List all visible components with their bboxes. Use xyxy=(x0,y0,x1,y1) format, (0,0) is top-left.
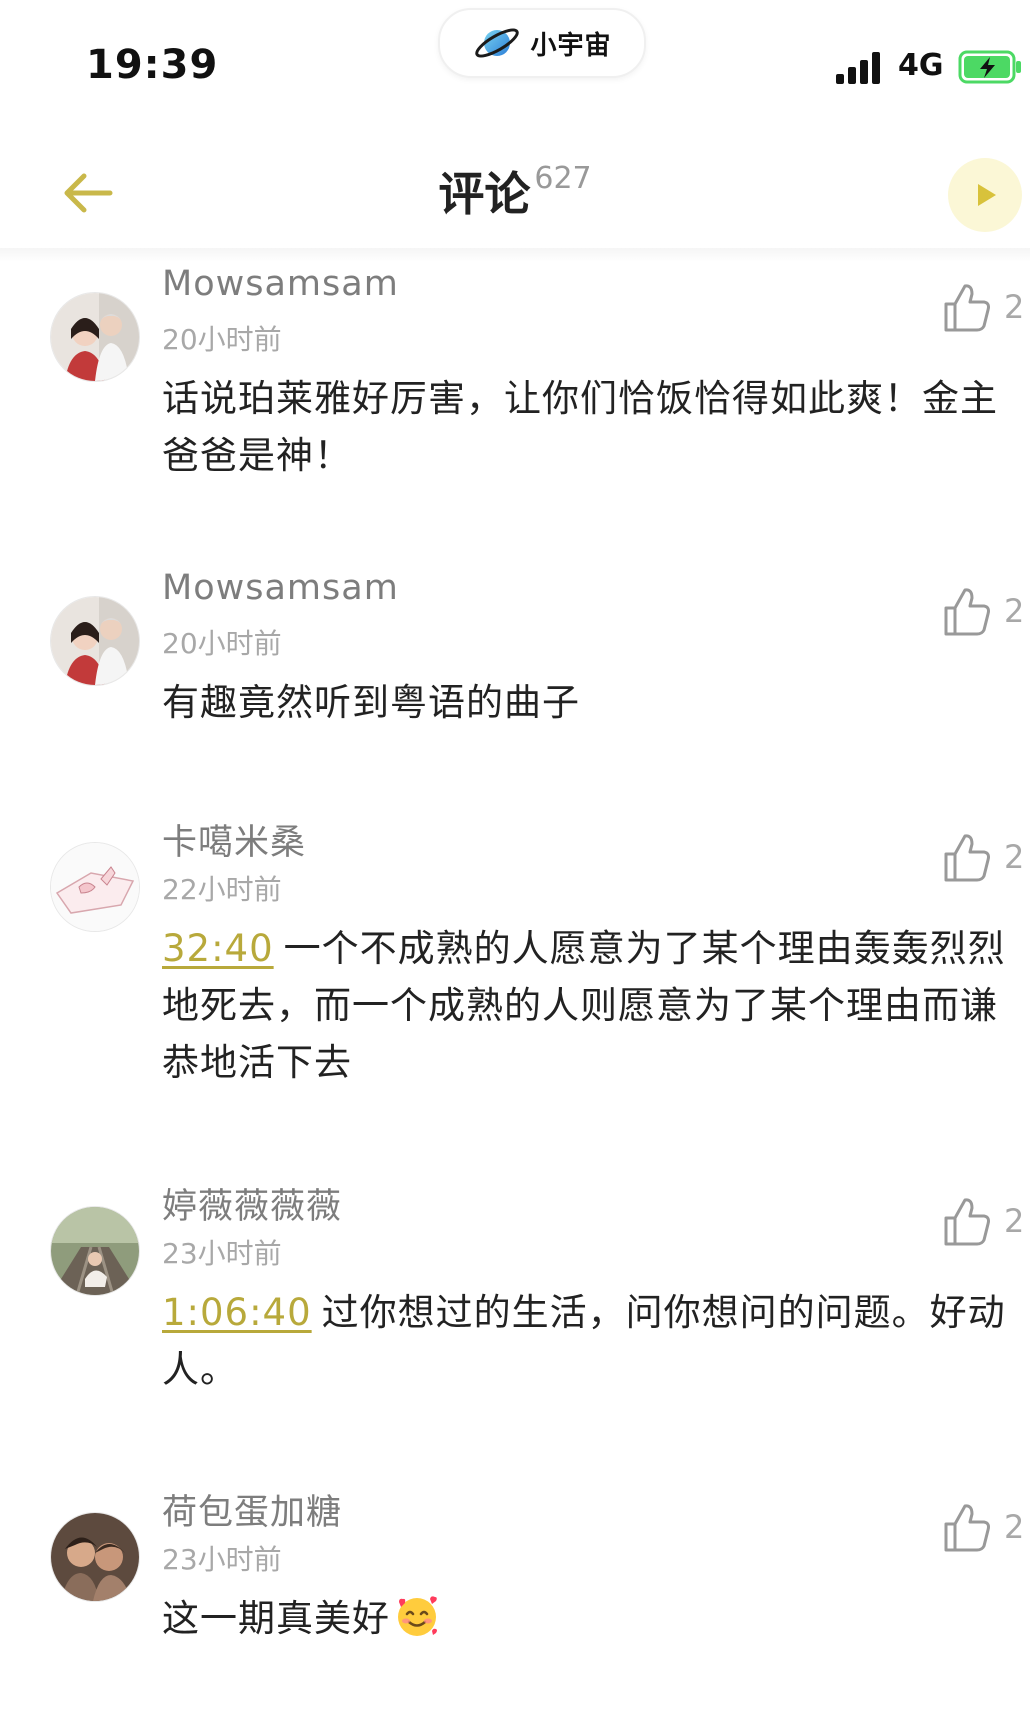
comment-text: 一个不成熟的人愿意为了某个理由轰轰烈烈地死去，而一个成熟的人则愿意为了某个理由而… xyxy=(162,927,1006,1084)
avatar-photo xyxy=(51,293,139,381)
comment-time: 23小时前 xyxy=(162,1543,282,1576)
timestamp-link[interactable]: 32:40 xyxy=(162,927,274,970)
username[interactable]: 荷包蛋加糖 xyxy=(162,1484,342,1535)
like-button[interactable]: 2 xyxy=(942,586,1030,640)
like-button[interactable]: 2 xyxy=(942,282,1030,336)
like-button[interactable]: 2 xyxy=(942,1196,1030,1250)
user-avatar[interactable] xyxy=(50,292,140,382)
thumbs-up-icon xyxy=(944,284,990,332)
status-time: 19:39 xyxy=(86,42,219,88)
comments-header: 评论 627 xyxy=(0,118,1030,258)
comment-text: 有趣竟然听到粤语的曲子 xyxy=(162,681,580,724)
username[interactable]: 婷薇薇薇薇 xyxy=(162,1178,342,1229)
user-avatar[interactable] xyxy=(50,1512,140,1602)
avatar-photo xyxy=(51,1207,139,1295)
like-count: 2 xyxy=(1004,1508,1025,1546)
avatar-photo xyxy=(51,597,139,685)
app-badge[interactable]: 小宇宙 xyxy=(438,8,646,78)
thumbs-up-icon xyxy=(944,588,990,636)
like-count: 2 xyxy=(1004,592,1025,630)
comment-text: 这一期真美好 xyxy=(162,1597,390,1640)
network-type: 4G xyxy=(898,48,944,83)
thumbs-up-icon xyxy=(944,834,990,882)
avatar-photo xyxy=(51,843,139,931)
comment-text-block: 这一期真美好 xyxy=(162,1590,1010,1647)
comment-time: 20小时前 xyxy=(162,627,282,660)
user-avatar[interactable] xyxy=(50,1206,140,1296)
battery-charging-icon xyxy=(958,50,1021,84)
page-title: 评论 xyxy=(438,167,531,221)
avatar-photo xyxy=(51,1513,139,1601)
header-divider xyxy=(0,248,1030,262)
thumbs-up-icon xyxy=(944,1504,990,1552)
planet-icon xyxy=(475,28,520,58)
play-button[interactable] xyxy=(948,158,1022,232)
like-button[interactable]: 2 xyxy=(942,1502,1030,1556)
like-count: 2 xyxy=(1004,1202,1025,1240)
like-count: 2 xyxy=(1004,288,1025,326)
app-badge-label: 小宇宙 xyxy=(530,30,612,61)
like-count: 2 xyxy=(1004,838,1025,876)
comment-text-block: 1:06:40 过你想过的生活，问你想问的问题。好动人。 xyxy=(162,1284,1010,1398)
status-bar: 19:39 小宇宙 4G xyxy=(0,0,1030,118)
comment-count: 627 xyxy=(534,161,592,196)
comment-time: 20小时前 xyxy=(162,323,282,356)
username[interactable]: Mowsamsam xyxy=(162,568,399,608)
comment-text: 话说珀莱雅好厉害，让你们恰饭恰得如此爽！金主爸爸是神！ xyxy=(162,377,998,477)
username[interactable]: Mowsamsam xyxy=(162,264,399,304)
username[interactable]: 卡噶米桑 xyxy=(162,814,306,865)
comment-time: 22小时前 xyxy=(162,873,282,906)
comment-text-block: 32:40 一个不成熟的人愿意为了某个理由轰轰烈烈地死去，而一个成熟的人则愿意为了… xyxy=(162,920,1010,1091)
smiling-face-with-hearts-icon xyxy=(398,1596,437,1636)
thumbs-up-icon xyxy=(944,1198,990,1246)
user-avatar[interactable] xyxy=(50,596,140,686)
signal-bars-icon xyxy=(836,52,880,84)
play-icon xyxy=(978,184,996,206)
comment-time: 23小时前 xyxy=(162,1237,282,1270)
like-button[interactable]: 2 xyxy=(942,832,1030,886)
comments-screen: 19:39 小宇宙 4G 评论 627 Mowsamsam 20小时前 2 话说… xyxy=(0,0,1030,1720)
page-title-wrap: 评论 627 xyxy=(0,158,1030,224)
user-avatar[interactable] xyxy=(50,842,140,932)
timestamp-link[interactable]: 1:06:40 xyxy=(162,1291,312,1334)
